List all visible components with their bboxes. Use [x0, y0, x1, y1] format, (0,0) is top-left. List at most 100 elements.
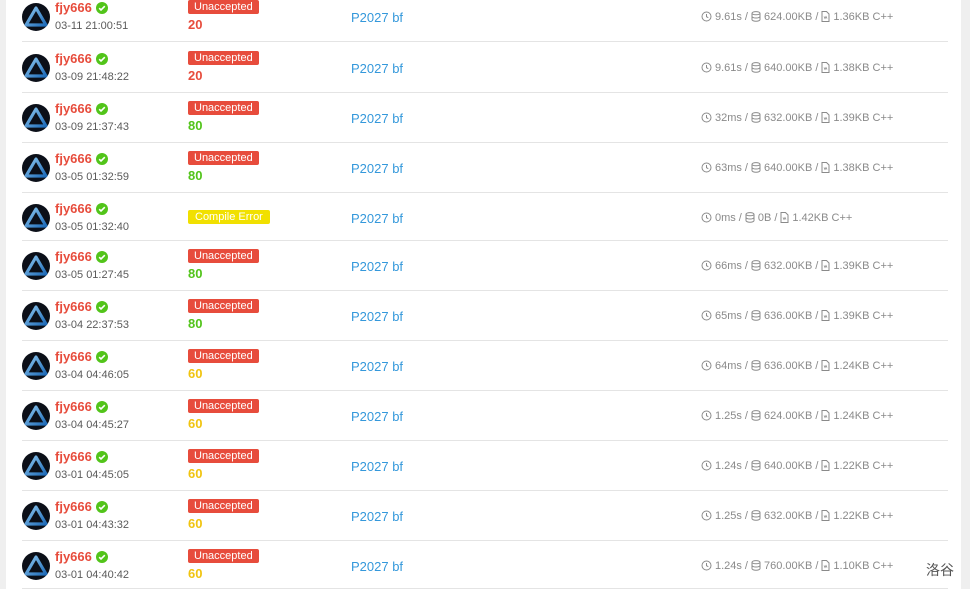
username-link[interactable]: fjy666: [55, 201, 92, 217]
file-icon: [821, 560, 830, 575]
submission-row[interactable]: fjy666 03-05 01:32:40 Compile Error P2027 b…: [22, 193, 948, 241]
status-badge[interactable]: Unaccepted: [188, 151, 259, 165]
username-link[interactable]: fjy666: [55, 349, 92, 365]
status-badge[interactable]: Unaccepted: [188, 399, 259, 413]
user-avatar[interactable]: [22, 204, 50, 232]
status-badge[interactable]: Unaccepted: [188, 349, 259, 363]
submission-row[interactable]: fjy666 03-01 04:45:05 Unaccepted 60 P2027 bf…: [22, 441, 948, 491]
problem-link[interactable]: P2027 bf: [351, 10, 403, 25]
clock-icon: [701, 212, 712, 227]
language: C++: [872, 460, 894, 472]
clock-icon: [701, 560, 712, 575]
username-link[interactable]: fjy666: [55, 0, 92, 16]
submission-row[interactable]: fjy666 03-01 04:40:42 Unaccepted 60 P2027 bf…: [22, 541, 948, 589]
problem-link[interactable]: P2027 bf: [351, 559, 403, 574]
file-icon: [821, 360, 830, 375]
file-icon: [821, 410, 830, 425]
user-avatar[interactable]: [22, 402, 50, 430]
username-link[interactable]: fjy666: [55, 151, 92, 167]
user-avatar[interactable]: [22, 154, 50, 182]
language: C++: [872, 260, 894, 272]
status-badge[interactable]: Unaccepted: [188, 51, 259, 65]
runtime: 66ms: [715, 260, 742, 272]
problem-link[interactable]: P2027 bf: [351, 161, 403, 176]
language: C++: [872, 112, 894, 124]
separator: /: [744, 162, 748, 174]
submission-row[interactable]: fjy666 03-09 21:37:43 Unaccepted 80 P2027 bf…: [22, 93, 948, 143]
status-badge[interactable]: Unaccepted: [188, 101, 259, 115]
user-avatar[interactable]: [22, 302, 50, 330]
separator: /: [744, 360, 748, 372]
separator: /: [815, 11, 819, 23]
language: C++: [872, 410, 894, 422]
problem-link[interactable]: P2027 bf: [351, 111, 403, 126]
submission-row[interactable]: fjy666 03-05 01:32:59 Unaccepted 80 P2027 bf…: [22, 143, 948, 193]
separator: /: [744, 510, 748, 522]
problem-link[interactable]: P2027 bf: [351, 459, 403, 474]
submission-row[interactable]: fjy666 03-11 21:00:51 Unaccepted 20 P2027 bf…: [22, 0, 948, 42]
database-icon: [745, 212, 755, 227]
user-avatar[interactable]: [22, 104, 50, 132]
file-icon: [780, 212, 789, 227]
submission-meta: 66ms/632.00KB/1.39KB C++: [701, 259, 893, 275]
submission-row[interactable]: fjy666 03-04 04:46:05 Unaccepted 60 P2027 bf…: [22, 341, 948, 391]
username-link[interactable]: fjy666: [55, 249, 92, 265]
problem-link[interactable]: P2027 bf: [351, 309, 403, 324]
username-link[interactable]: fjy666: [55, 499, 92, 515]
separator: /: [815, 112, 819, 124]
submission-row[interactable]: fjy666 03-04 22:37:53 Unaccepted 80 P2027 bf…: [22, 291, 948, 341]
user-avatar[interactable]: [22, 3, 50, 31]
clock-icon: [701, 360, 712, 375]
user-avatar[interactable]: [22, 352, 50, 380]
submission-row[interactable]: fjy666 03-01 04:43:32 Unaccepted 60 P2027 bf…: [22, 491, 948, 541]
problem-link[interactable]: P2027 bf: [351, 259, 403, 274]
username-link[interactable]: fjy666: [55, 299, 92, 315]
status-badge[interactable]: Compile Error: [188, 210, 270, 224]
status-badge[interactable]: Unaccepted: [188, 249, 259, 263]
submission-row[interactable]: fjy666 03-04 04:45:27 Unaccepted 60 P2027 bf…: [22, 391, 948, 441]
separator: /: [744, 410, 748, 422]
user-avatar[interactable]: [22, 252, 50, 280]
submission-row[interactable]: fjy666 03-05 01:27:45 Unaccepted 80 P2027 bf…: [22, 241, 948, 291]
separator: /: [774, 212, 778, 224]
problem-link[interactable]: P2027 bf: [351, 359, 403, 374]
database-icon: [751, 310, 761, 325]
problem-link[interactable]: P2027 bf: [351, 211, 403, 226]
site-brand[interactable]: 洛谷: [926, 560, 954, 580]
submission-row[interactable]: fjy666 03-09 21:48:22 Unaccepted 20 P2027 bf…: [22, 43, 948, 93]
score: 60: [188, 566, 203, 581]
problem-link[interactable]: P2027 bf: [351, 61, 403, 76]
user-avatar[interactable]: [22, 54, 50, 82]
runtime: 65ms: [715, 310, 742, 322]
submit-time: 03-05 01:32:40: [55, 221, 130, 233]
username-link[interactable]: fjy666: [55, 399, 92, 415]
username-link[interactable]: fjy666: [55, 449, 92, 465]
status-badge[interactable]: Unaccepted: [188, 499, 259, 513]
status-badge[interactable]: Unaccepted: [188, 0, 259, 14]
memory: 624.00KB: [763, 11, 813, 23]
submission-meta: 32ms/632.00KB/1.39KB C++: [701, 111, 893, 127]
clock-icon: [701, 410, 712, 425]
file-icon: [821, 62, 830, 77]
status-badge[interactable]: Unaccepted: [188, 549, 259, 563]
score: 60: [188, 366, 203, 381]
check-circle-icon: [96, 401, 108, 413]
code-size: 1.39KB: [833, 310, 870, 322]
file-icon: [821, 260, 830, 275]
username-link[interactable]: fjy666: [55, 51, 92, 67]
user-avatar[interactable]: [22, 452, 50, 480]
score: 80: [188, 118, 203, 133]
check-circle-icon: [96, 53, 108, 65]
username-link[interactable]: fjy666: [55, 549, 92, 565]
score: 80: [188, 168, 203, 183]
status-badge[interactable]: Unaccepted: [188, 299, 259, 313]
status-badge[interactable]: Unaccepted: [188, 449, 259, 463]
database-icon: [751, 260, 761, 275]
problem-link[interactable]: P2027 bf: [351, 409, 403, 424]
user-avatar[interactable]: [22, 502, 50, 530]
user-avatar[interactable]: [22, 552, 50, 580]
problem-link[interactable]: P2027 bf: [351, 509, 403, 524]
username-link[interactable]: fjy666: [55, 101, 92, 117]
code-size: 1.39KB: [833, 260, 870, 272]
memory: 632.00KB: [763, 112, 813, 124]
